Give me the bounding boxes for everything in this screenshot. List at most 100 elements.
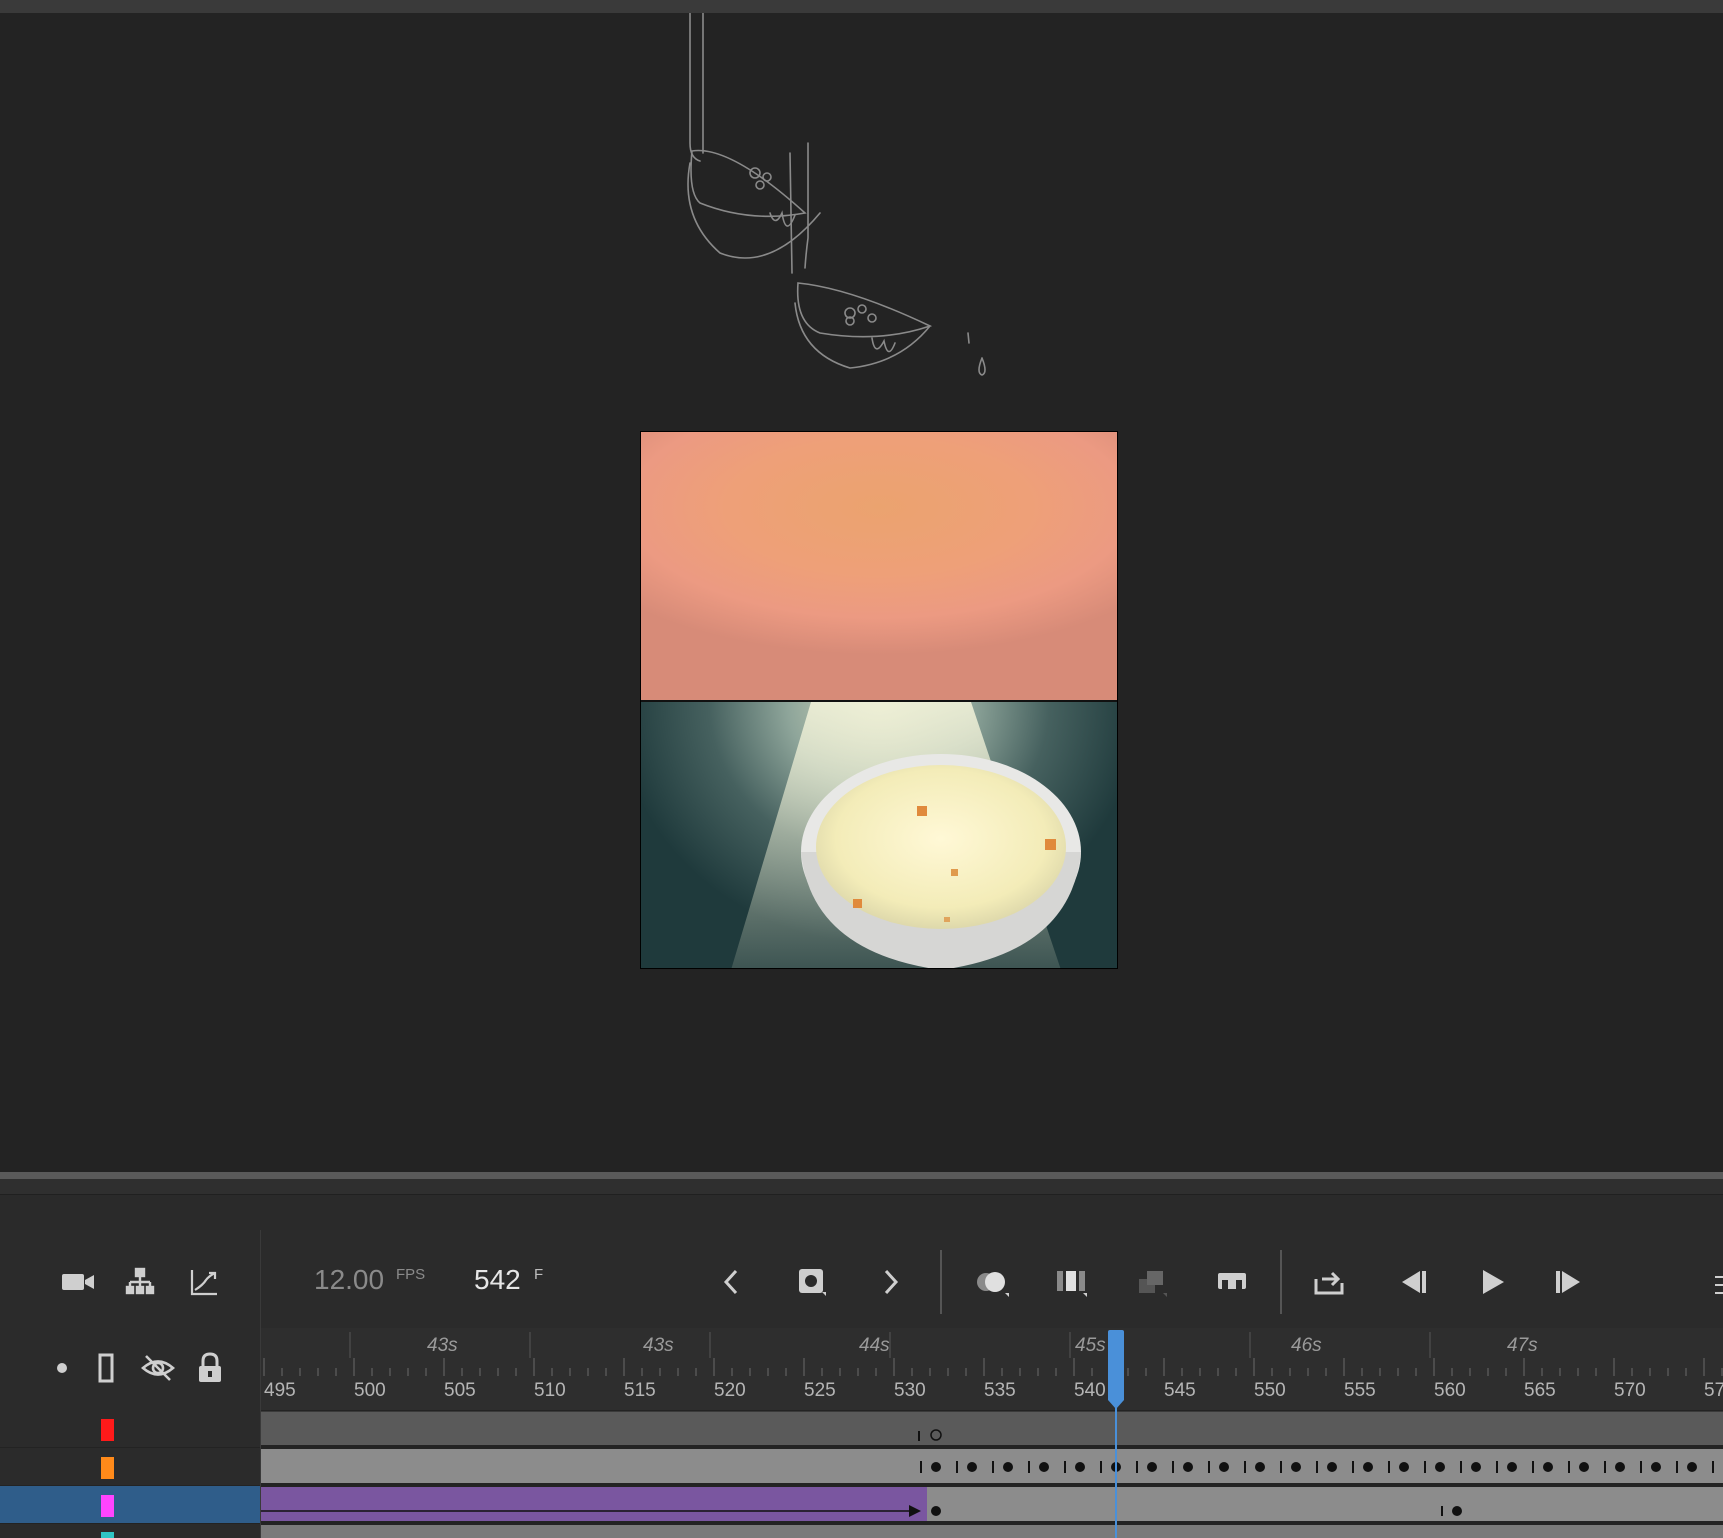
keyframe-dot [931, 1462, 941, 1472]
keyframe-dot [1183, 1462, 1193, 1472]
frame-label: 550 [1254, 1380, 1286, 1401]
layer-color-swatch[interactable] [101, 1495, 114, 1517]
layer-header [0, 1328, 260, 1410]
timeline-tab-strip [0, 1179, 1723, 1194]
seconds-label: 44s [859, 1335, 890, 1356]
timeline-toolbar [0, 1230, 1723, 1328]
frame-marker [1532, 1461, 1534, 1473]
timeline-header-strip [0, 1194, 1723, 1231]
frame-label: 510 [534, 1380, 566, 1401]
chevron-right-icon[interactable] [876, 1264, 906, 1300]
frame-marker [1172, 1461, 1174, 1473]
seconds-label: 43s [427, 1335, 458, 1356]
layer-color-swatch[interactable] [101, 1457, 114, 1479]
frame-marker [1280, 1461, 1282, 1473]
toolbar-separator [940, 1250, 942, 1314]
frame-marker [1208, 1461, 1210, 1473]
frame-label: 540 [1074, 1380, 1106, 1401]
keyframe-dot [1327, 1462, 1337, 1472]
playhead[interactable] [1107, 1330, 1125, 1415]
frame-label: 530 [894, 1380, 926, 1401]
frame-label: 525 [804, 1380, 836, 1401]
paste-frames-icon[interactable] [1132, 1264, 1172, 1300]
frame-label: 570 [1614, 1380, 1646, 1401]
frame-unit: F [534, 1266, 544, 1283]
track-keyframes [920, 1461, 1714, 1473]
keyframe-dot [1471, 1462, 1481, 1472]
seconds-label: 45s [1075, 1335, 1106, 1356]
keyframe-dot [1255, 1462, 1265, 1472]
frame-label: 57 [1704, 1380, 1723, 1401]
keyframe-dot [1435, 1462, 1445, 1472]
frame-label: 545 [1164, 1380, 1196, 1401]
playhead-line [1115, 1400, 1117, 1538]
layer-row[interactable] [0, 1524, 260, 1538]
clip-frames-icon[interactable] [1212, 1264, 1252, 1300]
chevron-left-icon[interactable] [716, 1264, 746, 1300]
keyframe-dot [1579, 1462, 1589, 1472]
frame-marker [1064, 1461, 1066, 1473]
loop-icon[interactable] [1310, 1264, 1350, 1300]
layer-row[interactable] [0, 1448, 260, 1485]
track-tween [261, 1487, 1462, 1521]
stage-canvas[interactable] [640, 431, 1118, 969]
seconds-label: 43s [643, 1335, 674, 1356]
keyframe-dot [1291, 1462, 1301, 1472]
layer-track[interactable] [261, 1525, 1723, 1538]
frame-marker [1244, 1461, 1246, 1473]
panel-bottom-soup-scene [641, 702, 1117, 968]
layer-track[interactable] [261, 1449, 1723, 1483]
keyframe-dot [1651, 1462, 1661, 1472]
play-icon[interactable] [1472, 1264, 1512, 1300]
sketch-ladles [687, 13, 986, 376]
layer-row-selected[interactable] [0, 1486, 260, 1523]
camera-icon[interactable] [60, 1264, 96, 1300]
easing-graph-icon[interactable] [186, 1264, 222, 1300]
frame-marker [1604, 1461, 1606, 1473]
frame-marker [1676, 1461, 1678, 1473]
top-toolbar-strip [0, 0, 1723, 13]
keyframe-dot [1039, 1462, 1049, 1472]
keyframe-dot [1615, 1462, 1625, 1472]
current-frame-value[interactable]: 542 [474, 1264, 521, 1296]
onion-skin-icon[interactable] [972, 1264, 1012, 1300]
panel-divider[interactable] [0, 1172, 1723, 1179]
frame-marker [1316, 1461, 1318, 1473]
layer-color-swatch[interactable] [101, 1419, 114, 1441]
layer-color-swatch[interactable] [101, 1532, 114, 1538]
frame-marker [992, 1461, 994, 1473]
frame-marker [956, 1461, 958, 1473]
frame-label: 515 [624, 1380, 656, 1401]
frame-marker [920, 1461, 922, 1473]
stage[interactable] [0, 13, 1723, 1173]
outline-icon[interactable] [96, 1352, 116, 1384]
frame-marker [1136, 1461, 1138, 1473]
frame-label: 520 [714, 1380, 746, 1401]
keyframe-dot [1003, 1462, 1013, 1472]
frame-label: 500 [354, 1380, 386, 1401]
layer-dot-icon[interactable] [52, 1356, 72, 1380]
step-forward-icon[interactable] [1550, 1264, 1590, 1300]
more-controls-icon[interactable] [1712, 1270, 1723, 1300]
layer-track[interactable] [261, 1487, 1723, 1521]
layer-hierarchy-icon[interactable] [122, 1264, 158, 1300]
edit-multiple-frames-icon[interactable] [1052, 1264, 1092, 1300]
frame-label: 535 [984, 1380, 1016, 1401]
frame-marker [1640, 1461, 1642, 1473]
layer-track[interactable] [261, 1411, 1723, 1445]
keyframe-dot [1075, 1462, 1085, 1472]
toolbar-separator [1280, 1250, 1282, 1314]
layer-row[interactable] [0, 1410, 260, 1447]
insert-keyframe-icon[interactable] [794, 1264, 830, 1300]
visibility-off-icon[interactable] [140, 1352, 176, 1384]
fps-value[interactable]: 12.00 [314, 1264, 384, 1296]
lock-icon[interactable] [194, 1352, 226, 1384]
frame-label: 555 [1344, 1380, 1376, 1401]
keyframe-dot [1363, 1462, 1373, 1472]
step-back-icon[interactable] [1392, 1264, 1432, 1300]
frame-marker [1568, 1461, 1570, 1473]
frame-label: 560 [1434, 1380, 1466, 1401]
soup-bowl-illustration [731, 702, 1081, 968]
frame-marker [1388, 1461, 1390, 1473]
keyframe-dot [1147, 1462, 1157, 1472]
